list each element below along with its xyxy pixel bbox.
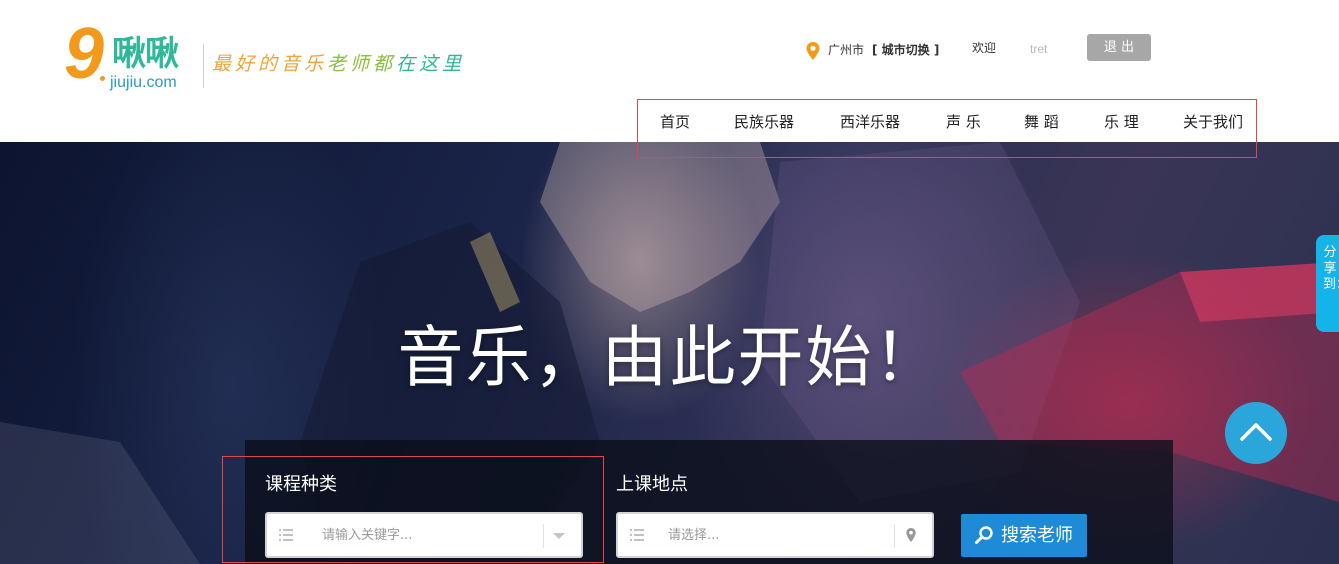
- city-switch-link[interactable]: [ 城市切换 ]: [872, 42, 939, 58]
- location-select[interactable]: 请选择...: [616, 512, 934, 558]
- hero-title: 音乐，由此开始！: [397, 319, 942, 396]
- nav-item-folk-instruments[interactable]: 民族乐器: [734, 112, 794, 132]
- slogan: 最好的音乐老师都在这里: [212, 52, 465, 76]
- nav-item-home[interactable]: 首页: [660, 112, 690, 132]
- username[interactable]: tret: [1030, 41, 1047, 57]
- site-header: 9 啾啾 jiujiu.com 最好的音乐老师都在这里 广州市 [ 城市切换 ]…: [0, 0, 1339, 158]
- course-keyword-input[interactable]: 请输入关键字...: [265, 512, 583, 558]
- field-separator: [894, 524, 895, 548]
- share-tab[interactable]: 分享到：：: [1316, 235, 1339, 332]
- list-icon: [630, 529, 644, 541]
- logo-url: jiujiu.com: [110, 74, 177, 91]
- nav-item-western-instruments[interactable]: 西洋乐器: [840, 112, 900, 132]
- list-icon: [279, 529, 293, 541]
- chevron-up-icon: [1240, 423, 1272, 441]
- search-button-label: 搜索老师: [1001, 525, 1073, 546]
- logout-button[interactable]: 退 出: [1087, 34, 1151, 61]
- back-to-top-button[interactable]: [1225, 402, 1287, 464]
- logo-digit: 9: [64, 14, 105, 94]
- search-teacher-button[interactable]: 搜索老师: [961, 514, 1087, 557]
- welcome-text: 欢迎: [972, 41, 997, 55]
- pin-icon: [806, 42, 820, 60]
- slogan-part-1: 最好的音乐: [212, 53, 328, 75]
- course-type-label: 课程种类: [265, 474, 337, 495]
- location-pin-icon[interactable]: [906, 528, 916, 542]
- magnifier-icon: [975, 526, 993, 544]
- share-label: 分享到：：: [1323, 245, 1339, 292]
- field-separator: [543, 524, 544, 548]
- course-keyword-placeholder: 请输入关键字...: [322, 528, 413, 543]
- logo-dot: [100, 76, 105, 81]
- current-city: 广州市: [828, 43, 865, 57]
- nav-item-music-theory[interactable]: 乐 理: [1104, 112, 1139, 132]
- location-placeholder: 请选择...: [668, 528, 720, 543]
- nav-item-dance[interactable]: 舞 蹈: [1024, 112, 1059, 132]
- hero-banner: 音乐，由此开始！: [0, 142, 1339, 564]
- logo-name: 啾啾: [112, 34, 179, 74]
- nav-item-about-us[interactable]: 关于我们: [1183, 112, 1243, 132]
- location-label: 上课地点: [616, 474, 688, 495]
- slogan-part-2: 老师都: [327, 53, 397, 75]
- slogan-part-3: 在这里: [396, 53, 466, 75]
- caret-down-icon[interactable]: [553, 533, 565, 539]
- logo-divider: [203, 44, 204, 88]
- nav-item-vocal[interactable]: 声 乐: [946, 112, 981, 132]
